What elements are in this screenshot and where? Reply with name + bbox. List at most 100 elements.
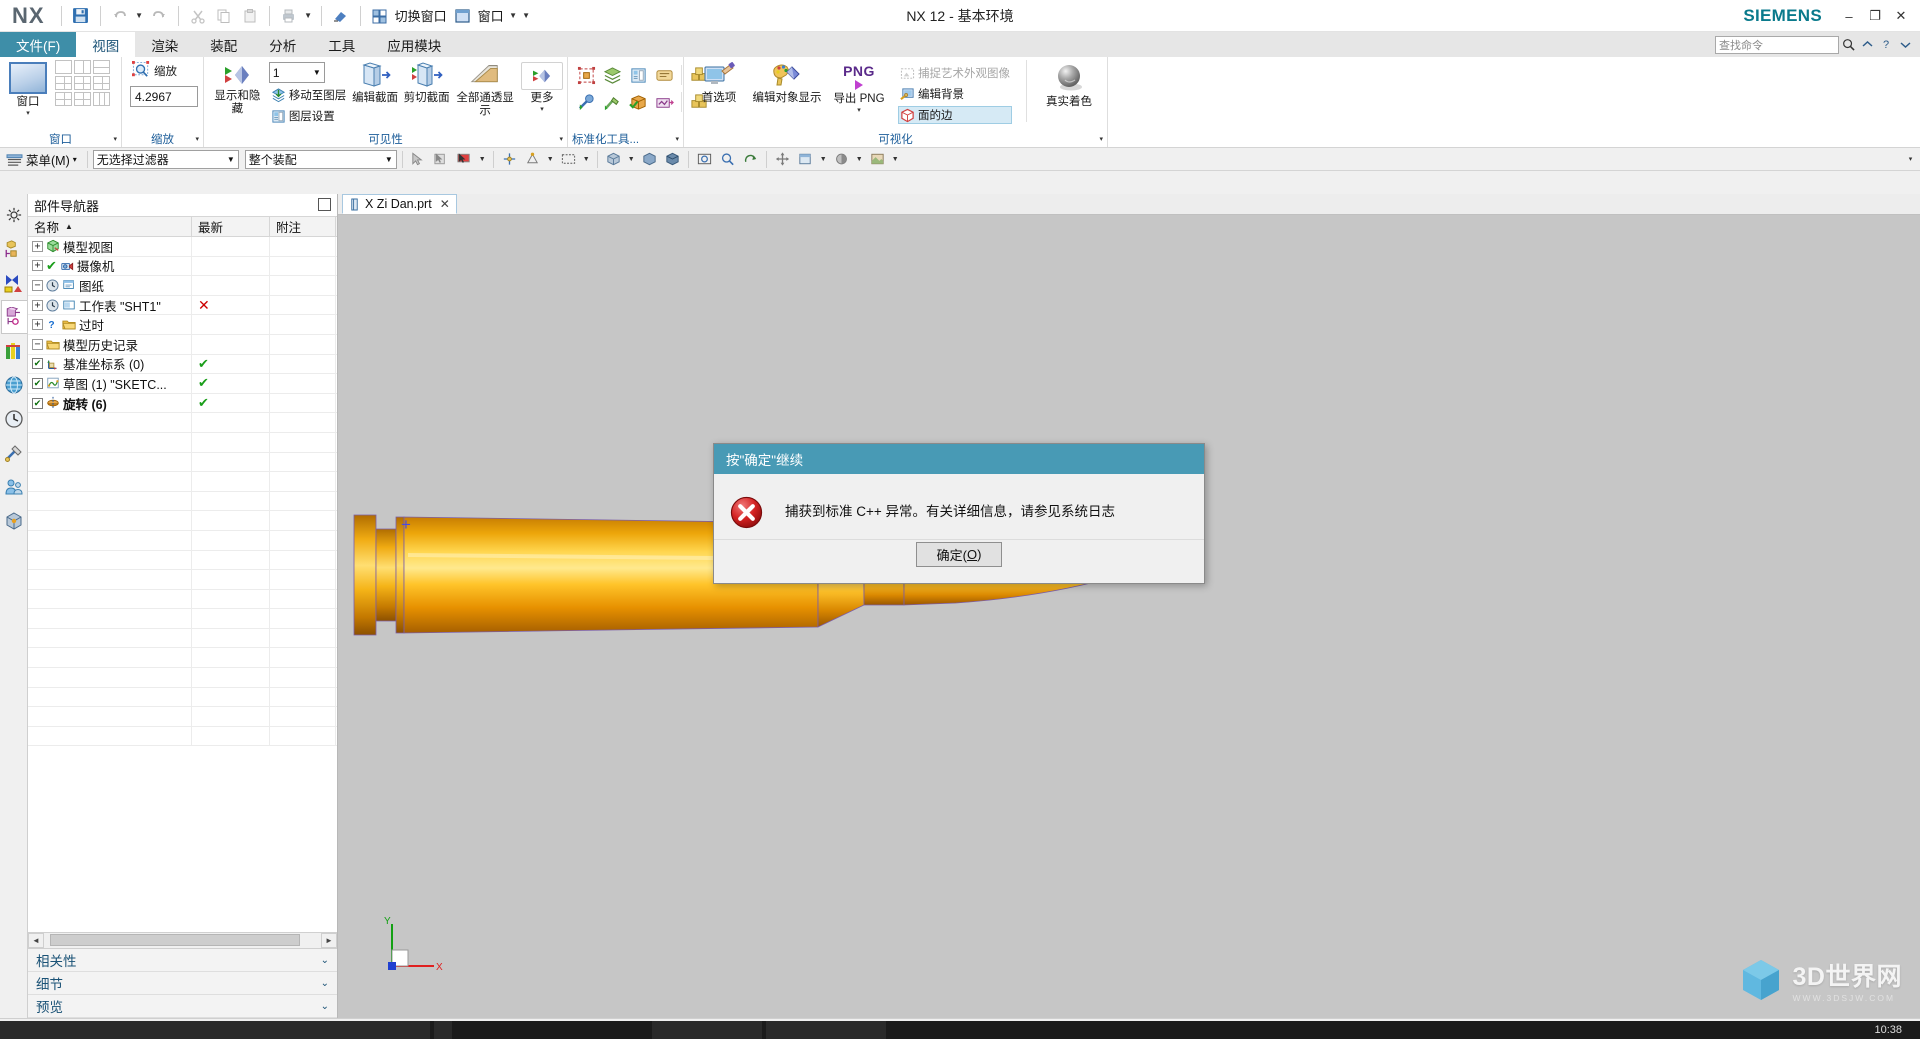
preferences-button[interactable]: 首选项 (692, 60, 746, 105)
window-layout-grid[interactable] (55, 60, 110, 106)
layout-single-icon[interactable] (55, 60, 72, 74)
selection-filter-combo[interactable]: 无选择过滤器 ▼ (92, 149, 239, 169)
scroll-thumb[interactable] (50, 934, 300, 946)
scroll-right-arrow[interactable]: ► (321, 933, 337, 948)
column-header-updated[interactable]: 最新 (192, 217, 270, 236)
zoom-value-input[interactable]: 4.2967 (130, 86, 198, 107)
copy-button[interactable] (211, 4, 237, 28)
chevron-down-icon[interactable]: ▼ (227, 155, 235, 164)
column-header-name[interactable]: 名称 ▲ (28, 217, 192, 236)
switch-window-button[interactable]: 切换窗口 (367, 4, 450, 28)
more-visibility-button[interactable]: 更多 ▾ (521, 60, 563, 113)
view-fit-button[interactable] (694, 149, 715, 169)
export-png-button[interactable]: PNG 导出 PNG ▾ (828, 60, 890, 114)
menu-caret[interactable]: ▾ (73, 155, 77, 164)
group-expand-caret-standard-tools[interactable]: ▾ (675, 135, 679, 143)
qat-customize-caret[interactable]: ▼ (520, 4, 533, 28)
table-row[interactable]: ✔ 基准坐标系 (0) ✔ (28, 354, 337, 375)
tab-assembly[interactable]: 装配 (194, 32, 253, 57)
accordion-dependencies[interactable]: 相关性 ⌄ (28, 949, 337, 972)
tool-wrench-icon[interactable] (574, 90, 598, 114)
snap-point-button[interactable] (499, 149, 520, 169)
undo-dropdown-caret[interactable]: ▼ (133, 4, 146, 28)
erase-button[interactable] (328, 4, 354, 28)
resource-roles[interactable] (1, 470, 27, 504)
resource-web-browser[interactable] (1, 368, 27, 402)
tab-render[interactable]: 渲染 (135, 32, 194, 57)
chevron-down-icon[interactable]: ⌄ (321, 955, 329, 966)
render-style-caret[interactable]: ▼ (854, 149, 865, 169)
shaded-body-button[interactable] (639, 149, 660, 169)
visibility-checkbox[interactable]: ✔ (32, 358, 43, 370)
redo-button[interactable] (146, 4, 172, 28)
tree-expander[interactable]: + (32, 260, 43, 272)
tree-expander[interactable]: + (32, 319, 43, 331)
resource-constraint-navigator[interactable] (1, 232, 27, 266)
layout-two-horizontal-icon[interactable] (93, 60, 110, 74)
group-expand-caret-visualization[interactable]: ▾ (1099, 135, 1103, 143)
pin-icon[interactable] (318, 198, 331, 211)
rectangle-select-caret[interactable]: ▼ (581, 149, 592, 169)
tool-checkmate-icon[interactable] (574, 63, 598, 87)
rectangle-select-button[interactable] (558, 149, 579, 169)
window-menu-caret[interactable]: ▼ (507, 4, 520, 28)
table-row[interactable]: − 图纸 (28, 276, 337, 296)
close-icon[interactable]: ✕ (440, 197, 450, 211)
render-style-button[interactable] (831, 149, 852, 169)
move-to-layer-button[interactable]: 移动至图层 (269, 86, 349, 104)
resource-system-materials[interactable] (1, 504, 27, 538)
chevron-down-icon[interactable]: ⌄ (321, 978, 329, 989)
export-png-caret[interactable]: ▾ (857, 106, 861, 114)
restore-button[interactable]: ❐ (1862, 3, 1888, 29)
select-color-caret[interactable]: ▼ (477, 149, 488, 169)
tool-assembly-icon[interactable] (626, 63, 650, 87)
layout-two-vertical-icon[interactable] (74, 60, 91, 74)
scroll-track[interactable] (44, 933, 321, 948)
chevron-up-icon[interactable] (1859, 36, 1876, 53)
resource-reuse-library[interactable] (1, 334, 27, 368)
visibility-checkbox[interactable]: ✔ (32, 377, 43, 389)
solid-body-button[interactable] (603, 149, 624, 169)
selection-scope-combo[interactable]: 整个装配 ▼ (244, 149, 397, 169)
visibility-checkbox[interactable]: ✔ (32, 397, 43, 409)
tool-paintbrush-icon[interactable] (600, 90, 624, 114)
scroll-left-arrow[interactable]: ◄ (28, 933, 44, 948)
group-expand-caret-zoom[interactable]: ▾ (195, 135, 199, 143)
edit-background-button[interactable]: 编辑背景 (898, 85, 1012, 103)
wireframe-body-button[interactable] (662, 149, 683, 169)
menu-button[interactable]: 菜单(M) ▾ (4, 149, 82, 170)
clip-section-button[interactable]: 剪切截面 (402, 60, 452, 105)
table-row[interactable]: + 工作表 "SHT1" ✕ (28, 295, 337, 316)
chevron-down-icon[interactable] (1897, 36, 1914, 53)
accordion-details[interactable]: 细节 ⌄ (28, 972, 337, 995)
snap-options-button[interactable] (522, 149, 543, 169)
select-color-button[interactable] (454, 149, 475, 169)
background-button[interactable] (867, 149, 888, 169)
tree-expander[interactable]: + (32, 299, 43, 311)
accordion-preview[interactable]: 预览 ⌄ (28, 995, 337, 1018)
window-button-caret[interactable]: ▾ (26, 109, 30, 117)
tab-applications[interactable]: 应用模块 (371, 32, 457, 57)
tool-note-icon[interactable] (652, 63, 676, 87)
tree-expander[interactable]: + (32, 240, 43, 252)
table-row[interactable]: + ? 过时 (28, 315, 337, 335)
tool-layers-icon[interactable] (600, 63, 624, 87)
window-menu-button[interactable]: 窗口 ▼ (450, 4, 520, 28)
tab-view[interactable]: 视图 (76, 32, 136, 57)
layout-three-right-icon[interactable] (74, 76, 91, 90)
zoom-view-button[interactable] (717, 149, 738, 169)
resource-process-studio[interactable] (1, 436, 27, 470)
table-row[interactable]: + 模型视图 (28, 237, 337, 257)
tree-expander[interactable]: − (32, 338, 43, 350)
save-button[interactable] (68, 4, 94, 28)
group-expand-caret-visibility[interactable]: ▾ (559, 135, 563, 143)
tab-analysis[interactable]: 分析 (253, 32, 312, 57)
resource-hd3d-tools[interactable] (1, 266, 27, 300)
document-tab[interactable]: X Zi Dan.prt ✕ (342, 194, 457, 214)
select-general-button[interactable] (408, 149, 429, 169)
minimize-button[interactable]: – (1836, 3, 1862, 29)
zoom-button[interactable]: 缩放 (130, 60, 179, 81)
cut-button[interactable] (185, 4, 211, 28)
column-header-note[interactable]: 附注 (270, 217, 336, 236)
print-button[interactable] (276, 4, 302, 28)
